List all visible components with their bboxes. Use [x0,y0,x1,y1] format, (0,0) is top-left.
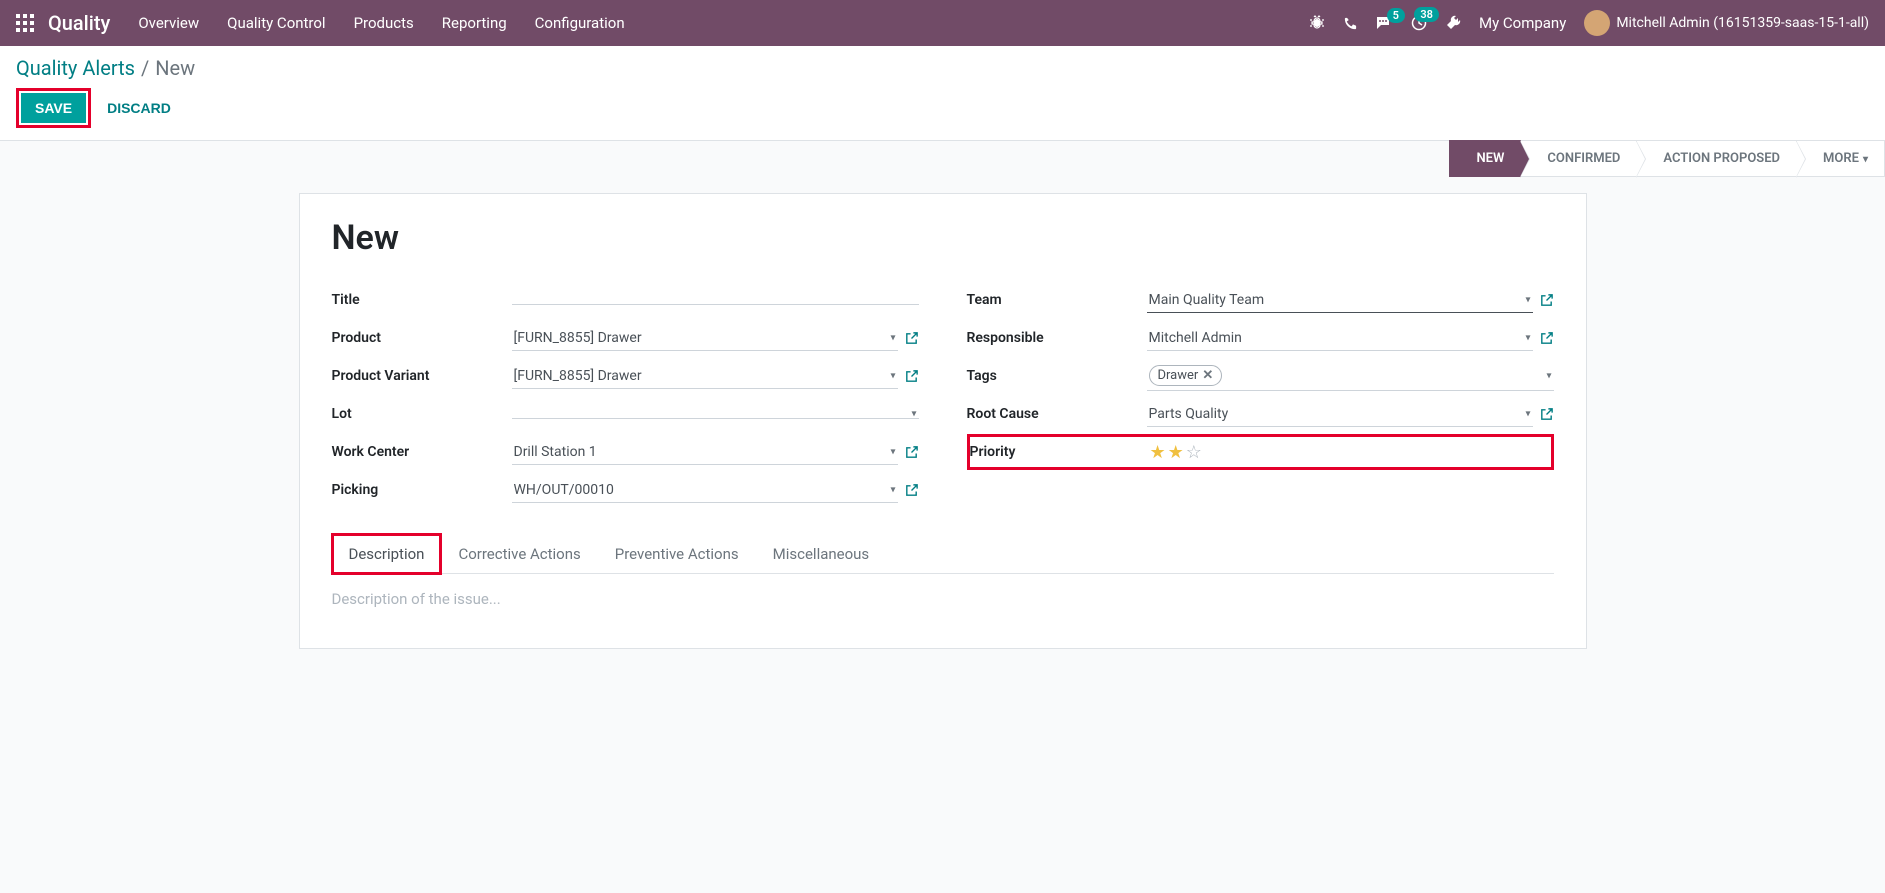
status-action-proposed[interactable]: ACTION PROPOSED [1637,140,1797,177]
breadcrumb: Quality Alerts / New [16,56,1869,80]
main-menu: Overview Quality Control Products Report… [138,14,1309,32]
app-brand[interactable]: Quality [48,11,110,35]
external-link-icon[interactable] [1539,407,1554,422]
label-variant: Product Variant [332,368,512,384]
chevron-down-icon: ▾ [1863,154,1868,165]
label-picking: Picking [332,482,512,498]
label-rootcause: Root Cause [967,406,1147,422]
field-team[interactable]: Main Quality Team▾ [1147,288,1533,313]
field-responsible[interactable]: Mitchell Admin▾ [1147,326,1533,351]
chevron-down-icon: ▾ [1525,294,1530,305]
field-product[interactable]: [FURN_8855] Drawer▾ [512,326,898,351]
description-editor[interactable]: Description of the issue... [332,590,1554,608]
chevron-down-icon: ▾ [1525,408,1530,419]
form-col-left: Title Product [FURN_8855] Drawer▾ [332,282,919,510]
chevron-down-icon: ▾ [890,332,895,343]
messages-icon[interactable]: 5 [1376,16,1393,31]
label-responsible: Responsible [967,330,1147,346]
form-grid: Title Product [FURN_8855] Drawer▾ [332,282,1554,510]
control-buttons: SAVE DISCARD [16,88,1869,128]
star-icon[interactable]: ☆ [1186,442,1202,463]
breadcrumb-current: New [155,56,195,80]
activities-badge: 38 [1414,7,1439,22]
form-sheet: New Title Product [FURN_8855] Drawer▾ [299,193,1587,649]
bug-icon[interactable] [1309,15,1325,31]
menu-overview[interactable]: Overview [138,14,199,32]
tab-corrective[interactable]: Corrective Actions [441,534,597,574]
chevron-down-icon: ▾ [1546,370,1551,381]
status-more[interactable]: MORE▾ [1797,140,1885,177]
statusbar: NEW CONFIRMED ACTION PROPOSED MORE▾ [1449,140,1885,177]
priority-row-highlight: Priority ★ ★ ☆ [967,434,1554,470]
chevron-down-icon: ▾ [1525,332,1530,343]
status-confirmed[interactable]: CONFIRMED [1521,140,1637,177]
record-title: New [332,218,1554,258]
navbar-right: 5 38 My Company Mitchell Admin (16151359… [1309,10,1869,36]
form-col-right: Team Main Quality Team▾ Responsible Mitc… [967,282,1554,510]
field-variant[interactable]: [FURN_8855] Drawer▾ [512,364,898,389]
external-link-icon[interactable] [904,445,919,460]
menu-reporting[interactable]: Reporting [442,14,507,32]
company-switcher[interactable]: My Company [1479,14,1566,32]
menu-configuration[interactable]: Configuration [535,14,625,32]
tab-preventive[interactable]: Preventive Actions [598,534,756,574]
messages-badge: 5 [1387,8,1405,23]
external-link-icon[interactable] [904,483,919,498]
tag-chip[interactable]: Drawer✕ [1149,365,1223,386]
field-lot[interactable]: ▾ [512,410,919,419]
external-link-icon[interactable] [904,369,919,384]
chevron-down-icon: ▾ [890,484,895,495]
field-picking[interactable]: WH/OUT/00010▾ [512,478,898,503]
star-icon[interactable]: ★ [1168,442,1184,463]
status-new[interactable]: NEW [1449,140,1521,177]
avatar [1584,10,1610,36]
breadcrumb-parent[interactable]: Quality Alerts [16,56,135,80]
label-tags: Tags [967,368,1147,384]
activities-icon[interactable]: 38 [1411,15,1427,31]
apps-icon[interactable] [16,14,34,32]
menu-quality-control[interactable]: Quality Control [227,14,325,32]
label-title: Title [332,292,512,308]
tab-description[interactable]: Description [332,534,442,574]
field-tags[interactable]: Drawer✕ ▾ [1147,361,1554,391]
label-workcenter: Work Center [332,444,512,460]
form-tabs: Description Corrective Actions Preventiv… [332,534,1554,574]
field-workcenter[interactable]: Drill Station 1▾ [512,440,898,465]
phone-icon[interactable] [1343,16,1358,31]
user-menu[interactable]: Mitchell Admin (16151359-saas-15-1-all) [1584,10,1869,36]
field-rootcause[interactable]: Parts Quality▾ [1147,402,1533,427]
menu-products[interactable]: Products [354,14,414,32]
external-link-icon[interactable] [1539,331,1554,346]
chevron-down-icon: ▾ [890,370,895,381]
save-button[interactable]: SAVE [21,93,86,123]
field-title[interactable] [512,296,919,305]
tab-misc[interactable]: Miscellaneous [756,534,887,574]
navbar: Quality Overview Quality Control Product… [0,0,1885,46]
star-icon[interactable]: ★ [1150,442,1166,463]
label-team: Team [967,292,1147,308]
control-panel: Quality Alerts / New SAVE DISCARD [0,46,1885,141]
remove-tag-icon[interactable]: ✕ [1202,368,1213,383]
external-link-icon[interactable] [1539,293,1554,308]
label-product: Product [332,330,512,346]
statusbar-row: NEW CONFIRMED ACTION PROPOSED MORE▾ [0,140,1885,177]
field-priority[interactable]: ★ ★ ☆ [1150,442,1202,463]
label-priority: Priority [970,444,1150,460]
discard-button[interactable]: DISCARD [107,100,171,116]
form-container: New Title Product [FURN_8855] Drawer▾ [283,193,1603,649]
tab-content: Description of the issue... [332,574,1554,624]
user-name: Mitchell Admin (16151359-saas-15-1-all) [1616,15,1869,31]
external-link-icon[interactable] [904,331,919,346]
breadcrumb-sep: / [141,56,149,80]
chevron-down-icon: ▾ [890,446,895,457]
chevron-down-icon: ▾ [911,408,916,419]
label-lot: Lot [332,406,512,422]
tools-icon[interactable] [1445,15,1461,31]
